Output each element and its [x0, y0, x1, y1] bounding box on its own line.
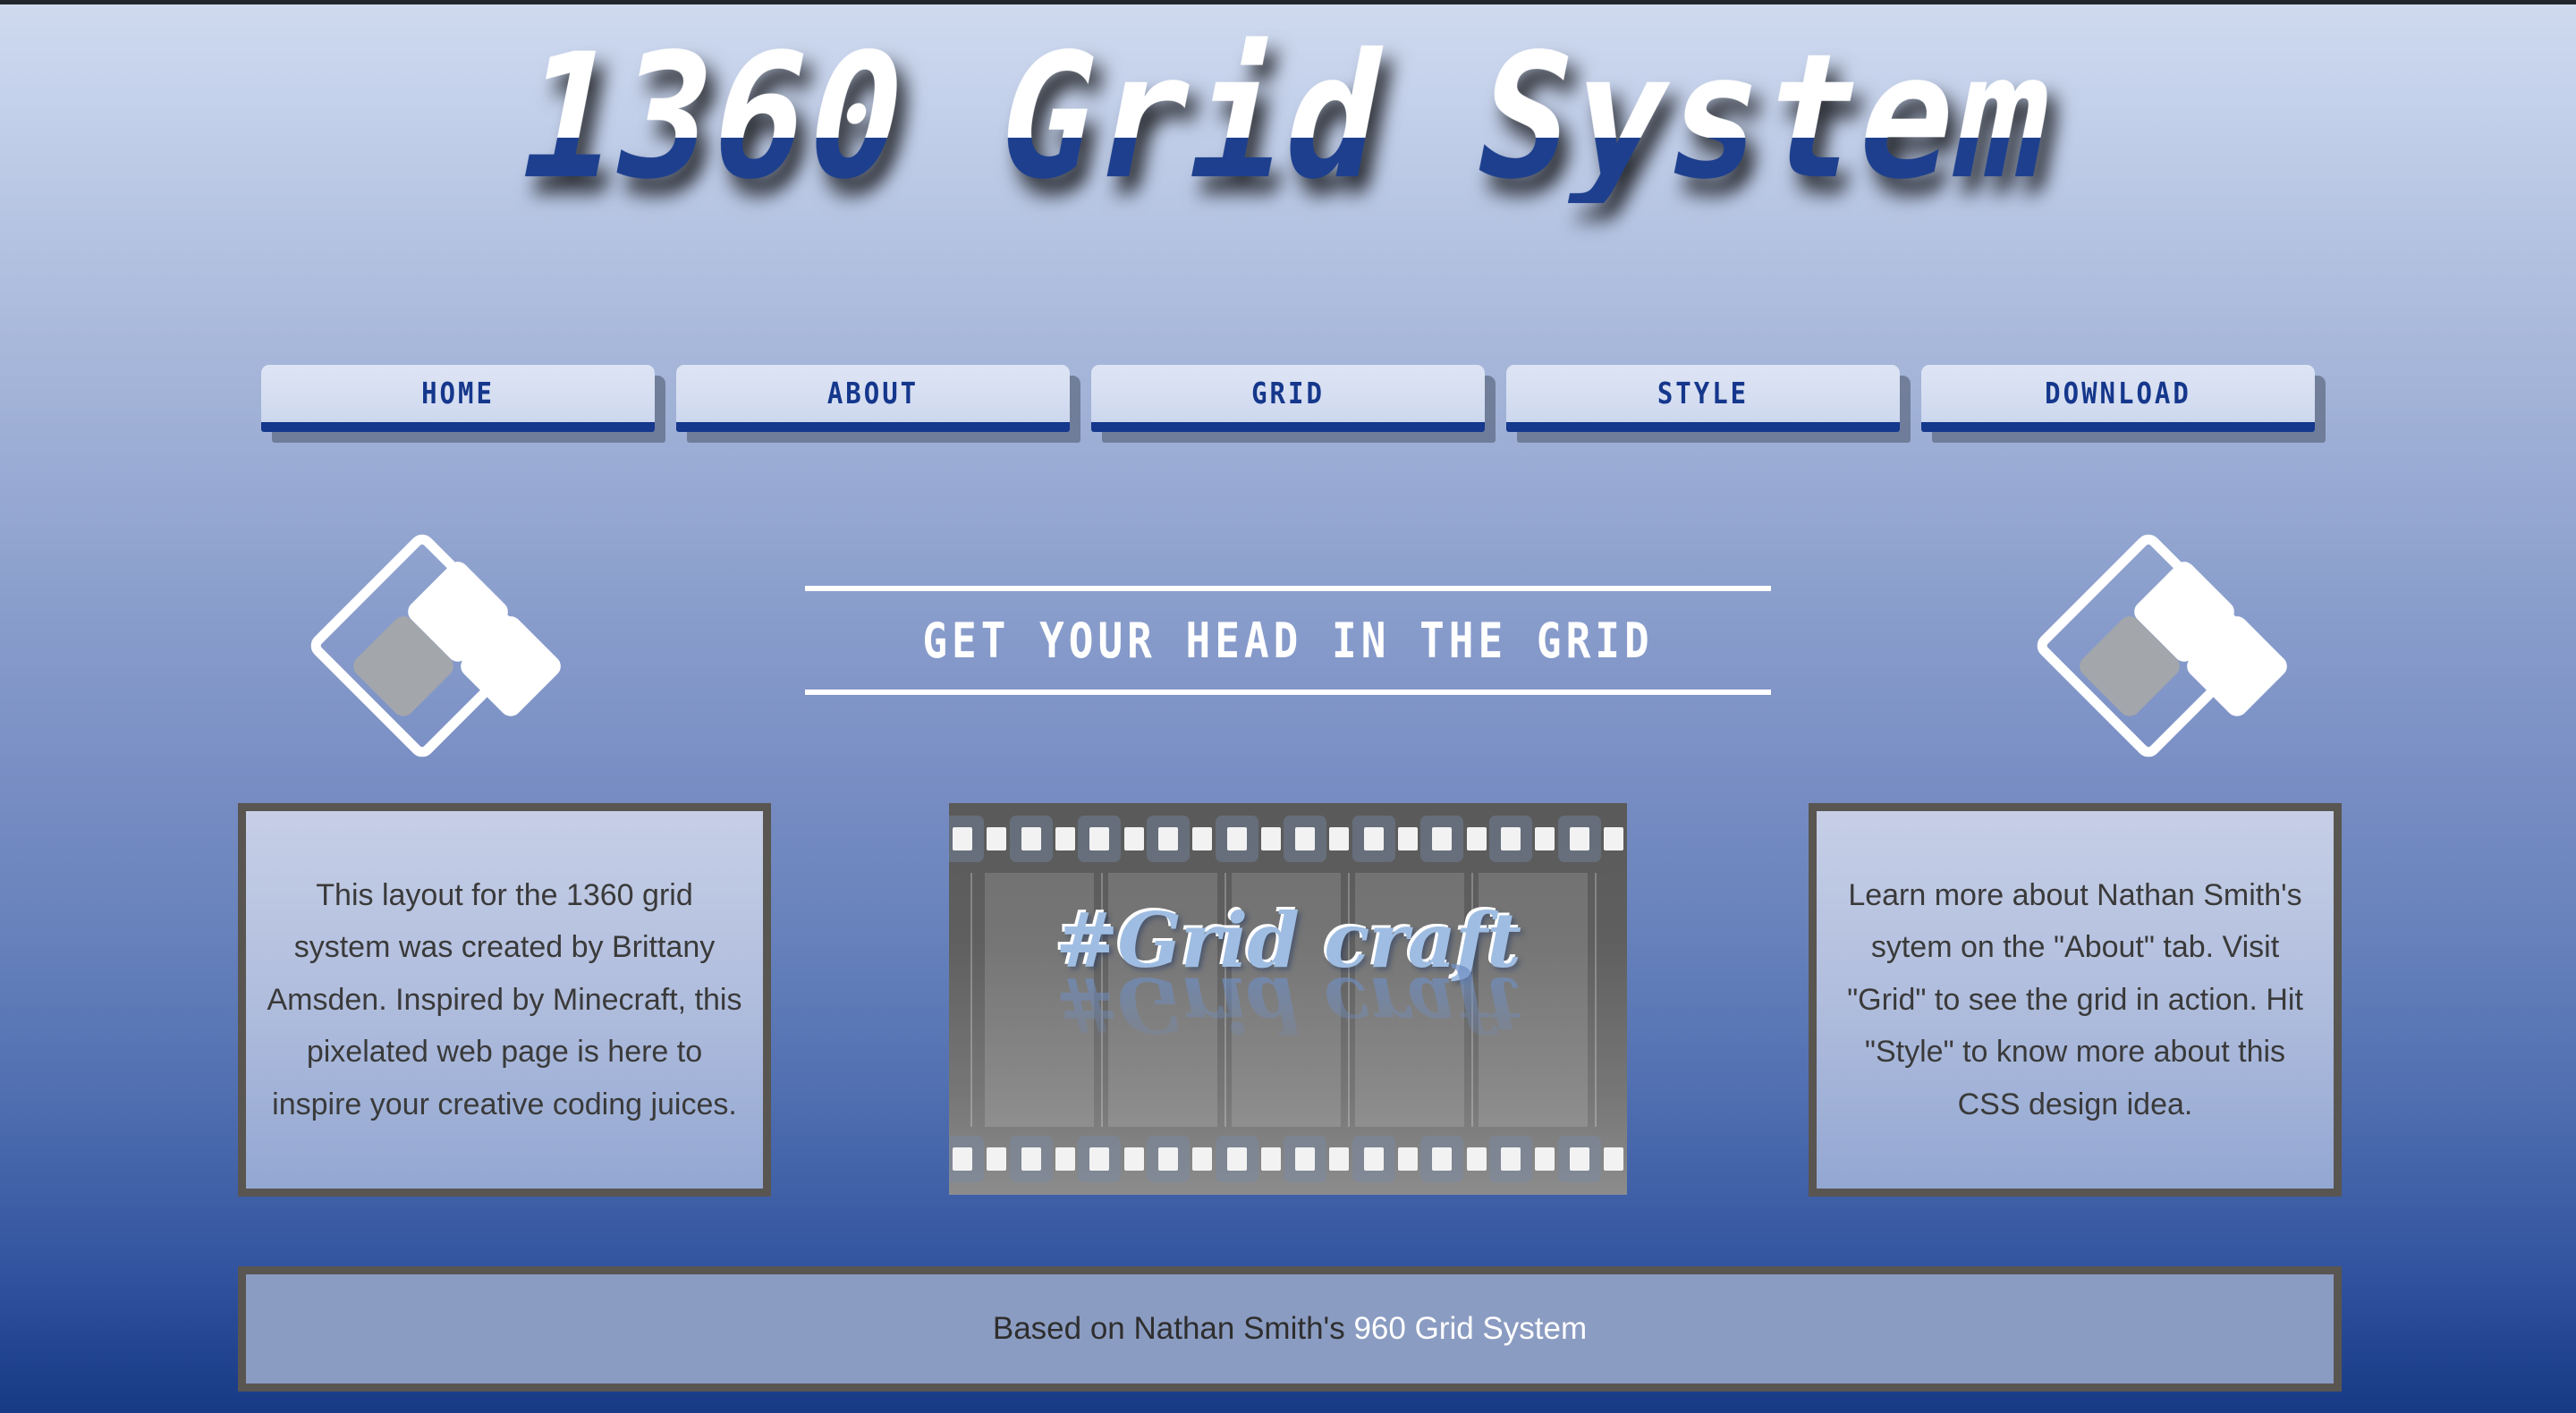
sprocket-hole — [1123, 1147, 1144, 1171]
sprocket-hole — [1260, 827, 1281, 850]
pixel-diamond-icon-left — [305, 529, 565, 763]
sprocket-hole — [1466, 1147, 1487, 1171]
right-info-card-text: Learn more about Nathan Smith's sytem on… — [1847, 877, 2303, 1121]
sprocket-hole — [1226, 827, 1247, 850]
sprocket-hole — [1569, 827, 1589, 850]
main-navigation: HOME ABOUT GRID STYLE DOWNLOAD — [0, 365, 2576, 432]
nav-item-grid-label: GRID — [1251, 376, 1325, 411]
sprocket-hole — [953, 1147, 972, 1171]
headline-text: GET YOUR HEAD IN THE GRID — [922, 612, 1654, 669]
nav-item-home[interactable]: HOME — [261, 365, 655, 432]
film-strip-image: #Grid craft #Grid craft — [949, 803, 1627, 1195]
sprocket-hole — [1295, 827, 1316, 850]
sprocket-hole — [1157, 1147, 1178, 1171]
sprocket-hole — [1021, 827, 1041, 850]
pixel-diamond-icon-right — [2031, 529, 2292, 763]
footer-text: Based on Nathan Smith's 960 Grid System — [993, 1311, 1587, 1347]
sprocket-hole — [1603, 827, 1623, 850]
sprocket-hole — [1329, 827, 1350, 850]
sprocket-hole — [987, 1147, 1007, 1171]
sprocket-hole — [1089, 1147, 1110, 1171]
sprocket-hole — [1466, 827, 1487, 850]
left-info-card: This layout for the 1360 grid system was… — [238, 803, 771, 1197]
footer-link-960-grid-system[interactable]: 960 Grid System — [1353, 1311, 1587, 1346]
sprocket-hole — [1363, 1147, 1384, 1171]
sprocket-hole — [1603, 1147, 1623, 1171]
sprocket-hole — [1398, 1147, 1419, 1171]
nav-item-grid[interactable]: GRID — [1091, 365, 1485, 432]
sprocket-hole — [1501, 1147, 1521, 1171]
sprocket-hole — [1055, 1147, 1075, 1171]
sprocket-hole — [1192, 1147, 1213, 1171]
sprocket-hole — [1055, 827, 1075, 850]
sprocket-hole — [1226, 1147, 1247, 1171]
sprocket-hole — [1089, 827, 1110, 850]
nav-item-home-label: HOME — [421, 376, 495, 411]
nav-item-download[interactable]: DOWNLOAD — [1921, 365, 2315, 432]
sprocket-hole — [953, 827, 972, 850]
sprocket-hole — [1021, 1147, 1041, 1171]
nav-item-style[interactable]: STYLE — [1506, 365, 1900, 432]
sprocket-hole — [1363, 827, 1384, 850]
page-footer: Based on Nathan Smith's 960 Grid System — [238, 1266, 2342, 1392]
film-sprockets-top — [949, 816, 1627, 862]
footer-prefix: Based on Nathan Smith's — [992, 1311, 1354, 1346]
sprocket-hole — [1157, 827, 1178, 850]
nav-item-about[interactable]: ABOUT — [676, 365, 1070, 432]
film-sprockets-bottom — [949, 1136, 1627, 1182]
nav-item-about-label: ABOUT — [826, 376, 919, 411]
sprocket-hole — [1192, 827, 1213, 850]
sprocket-hole — [1432, 827, 1453, 850]
sprocket-hole — [1501, 827, 1521, 850]
sprocket-hole — [1295, 1147, 1316, 1171]
sprocket-hole — [1260, 1147, 1281, 1171]
sprocket-hole — [987, 827, 1007, 850]
sprocket-hole — [1329, 1147, 1350, 1171]
sprocket-hole — [1123, 827, 1144, 850]
left-info-card-text: This layout for the 1360 grid system was… — [267, 877, 742, 1121]
top-strip — [0, 0, 2576, 4]
sprocket-hole — [1535, 827, 1555, 850]
film-caption-reflection: #Grid craft — [1055, 960, 1521, 1049]
sprocket-hole — [1398, 827, 1419, 850]
nav-item-style-label: STYLE — [1657, 376, 1750, 411]
page-title: 1360 Grid System — [503, 15, 2073, 217]
sprocket-hole — [1535, 1147, 1555, 1171]
headline-rule-box: GET YOUR HEAD IN THE GRID — [805, 586, 1771, 695]
page-header: 1360 Grid System — [0, 15, 2576, 217]
right-info-card: Learn more about Nathan Smith's sytem on… — [1809, 803, 2342, 1197]
headline-band: GET YOUR HEAD IN THE GRID — [0, 529, 2576, 769]
nav-item-download-label: DOWNLOAD — [2045, 376, 2191, 411]
sprocket-hole — [1569, 1147, 1589, 1171]
sprocket-hole — [1432, 1147, 1453, 1171]
